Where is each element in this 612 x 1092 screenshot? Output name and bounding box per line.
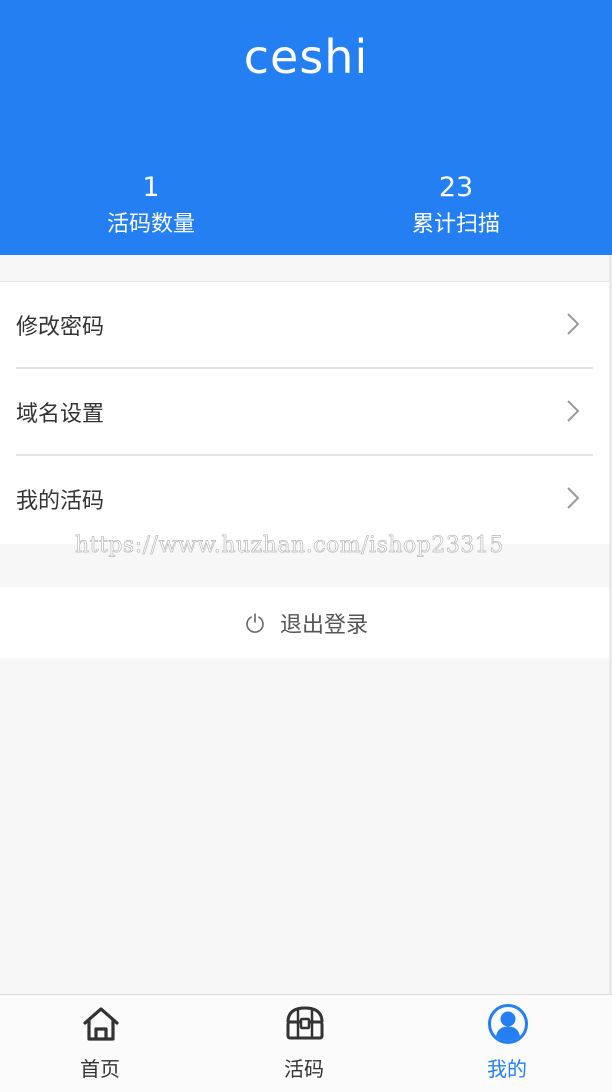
stat-label: 活码数量 — [106, 212, 195, 237]
menu-item-label: 我的活码 — [16, 489, 105, 514]
stat-value: 1 — [142, 172, 160, 203]
menu-item-domain-settings[interactable]: 域名设置 — [16, 369, 593, 456]
stat-active-codes[interactable]: 1 活码数量 — [1, 170, 301, 240]
tab-label: 首页 — [80, 1057, 120, 1081]
tab-codes[interactable]: 活码 — [244, 995, 364, 1092]
chevron-right-icon — [567, 487, 580, 509]
settings-menu: 修改密码 域名设置 我的活码 — [0, 281, 612, 544]
profile-header: ceshi 1 活码数量 23 累计扫描 — [0, 0, 612, 255]
profile-icon — [488, 1004, 528, 1044]
logout-button[interactable]: 退出登录 — [0, 587, 612, 658]
chevron-right-icon — [567, 400, 580, 422]
tab-home[interactable]: 首页 — [40, 995, 160, 1092]
bottom-tab-bar: 首页 活码 我的 — [0, 994, 612, 1092]
logout-label: 退出登录 — [279, 612, 368, 638]
chevron-right-icon — [567, 313, 580, 335]
stat-total-scans[interactable]: 23 累计扫描 — [306, 170, 606, 240]
watermark-text: https://www.huzhan.com/ishop23315 — [75, 533, 504, 559]
treasure-box-icon — [286, 1006, 324, 1040]
tab-label: 我的 — [487, 1057, 527, 1081]
menu-item-label: 修改密码 — [16, 315, 105, 340]
tab-label: 活码 — [284, 1057, 324, 1081]
stat-label: 累计扫描 — [411, 212, 500, 237]
menu-item-change-password[interactable]: 修改密码 — [16, 282, 593, 369]
menu-item-my-codes[interactable]: 我的活码 — [16, 456, 593, 544]
home-icon — [83, 1007, 119, 1041]
menu-item-label: 域名设置 — [16, 402, 105, 427]
stat-value: 23 — [438, 172, 474, 203]
tab-mine[interactable]: 我的 — [447, 995, 567, 1092]
power-icon — [246, 612, 264, 633]
username: ceshi — [243, 30, 369, 84]
